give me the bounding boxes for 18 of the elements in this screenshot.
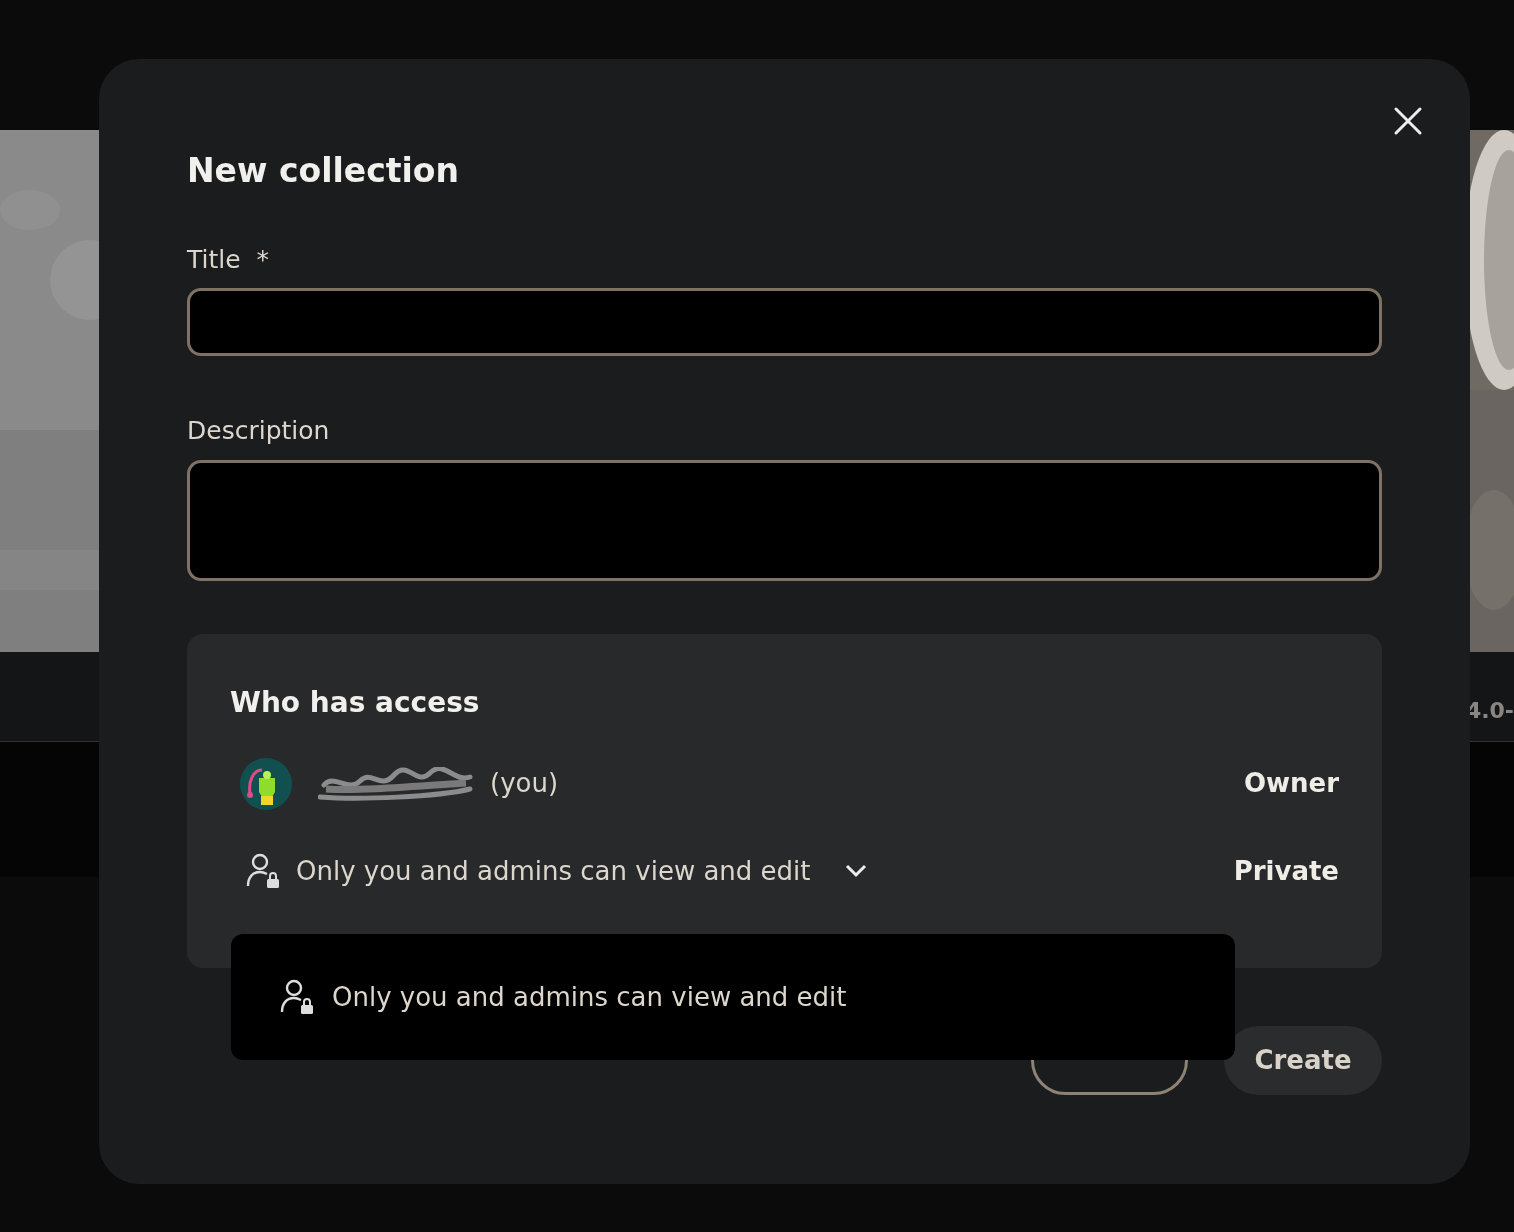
visibility-dropdown[interactable]: Only you and admins can view and edit: [230, 851, 867, 891]
chevron-icon: [844, 864, 867, 879]
dialog-title: New collection: [187, 151, 461, 191]
user-lock-icon: [246, 852, 282, 891]
required-mark: *: [256, 243, 270, 276]
close-icon[interactable]: [1393, 106, 1423, 136]
create-button[interactable]: Create: [1224, 1026, 1382, 1095]
field-label: Title: [187, 243, 241, 276]
user-suffix: (you): [490, 767, 559, 801]
text-area[interactable]: [187, 459, 1382, 581]
section-heading: Who has access: [230, 684, 481, 721]
visibility-label: Private: [1233, 854, 1339, 888]
avatar-icon: [240, 757, 292, 810]
role-label: Owner: [1243, 767, 1339, 801]
input-field[interactable]: [187, 288, 1382, 357]
user-lock-icon: [280, 978, 316, 1016]
menu-item[interactable]: Only you and admins can view and edit: [280, 977, 847, 1017]
field-label: Description: [187, 415, 330, 448]
